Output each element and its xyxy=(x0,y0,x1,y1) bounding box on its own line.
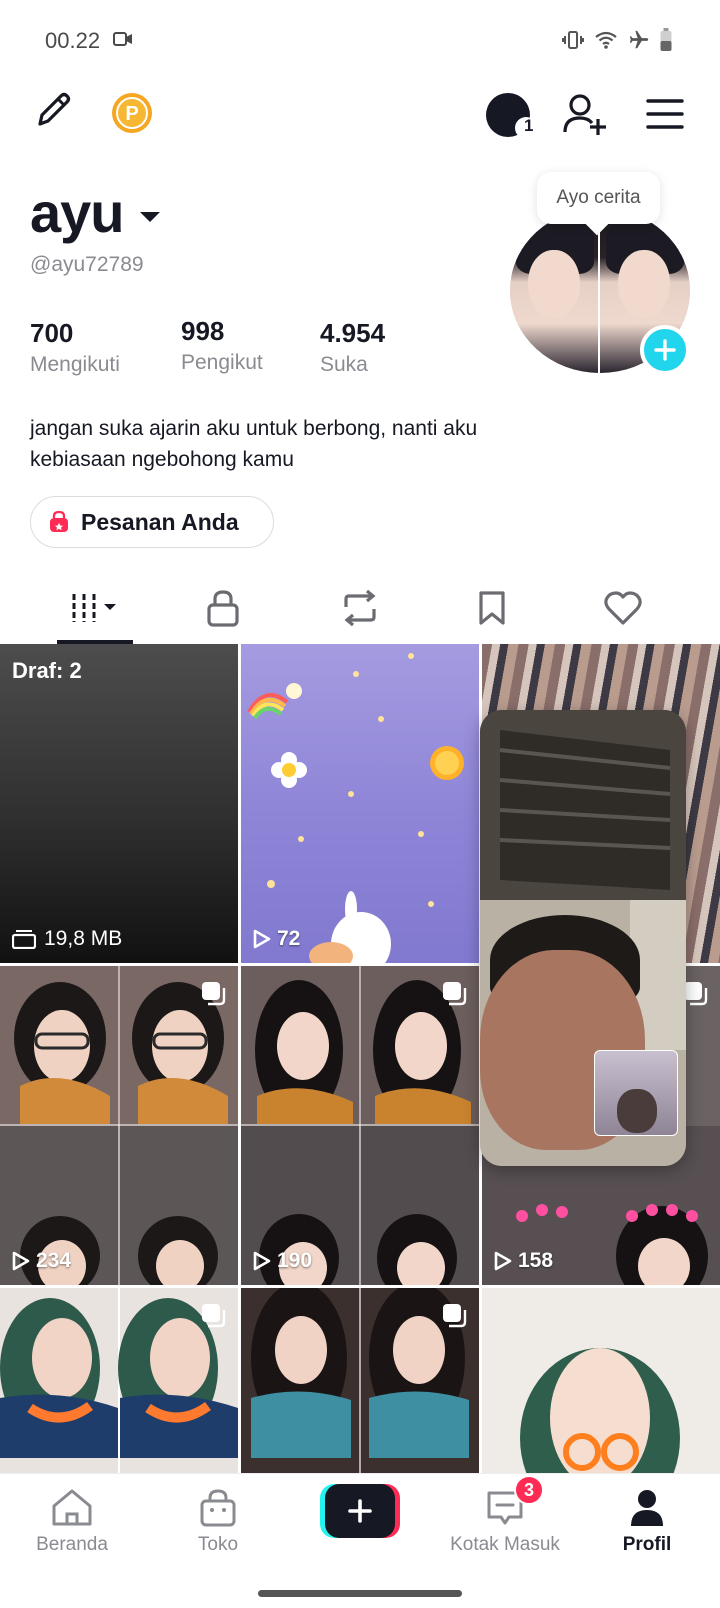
nav-shop-label: Toko xyxy=(197,1534,239,1555)
view-count: 72 xyxy=(253,927,300,951)
story-prompt-bubble[interactable]: Ayo cerita xyxy=(537,172,660,224)
stat-followers-label: Pengikut xyxy=(181,351,263,374)
view-count: 158 xyxy=(494,1249,553,1273)
chevron-down-icon[interactable] xyxy=(138,210,162,224)
screen-record-icon xyxy=(113,32,132,46)
draft-size: 19,8 MB xyxy=(12,927,122,951)
orders-button[interactable]: Pesanan Anda xyxy=(30,496,274,548)
stat-likes[interactable]: 4.954 Suka xyxy=(320,318,385,377)
vibrate-icon xyxy=(562,31,584,49)
add-friend-icon[interactable] xyxy=(562,92,608,136)
self-view-thumbnail[interactable] xyxy=(594,1050,678,1136)
play-icon xyxy=(494,1251,512,1271)
tab-videos[interactable] xyxy=(58,578,138,638)
video-cell[interactable]: 72 xyxy=(241,644,479,963)
video-thumbnail-art xyxy=(247,653,464,963)
wifi-icon xyxy=(595,31,617,49)
notification-count: 1 xyxy=(524,116,534,135)
draft-size-label: 19,8 MB xyxy=(44,927,123,950)
battery-icon xyxy=(660,28,672,51)
stat-likes-value: 4.954 xyxy=(320,318,386,348)
bio-line-1: jangan suka ajarin aku untuk berbong, na… xyxy=(30,417,478,440)
repost-icon xyxy=(344,589,376,627)
multi-photo-icon xyxy=(202,1304,226,1328)
video-cell[interactable] xyxy=(0,1288,238,1474)
tab-private[interactable] xyxy=(183,578,263,638)
stat-likes-label: Suka xyxy=(320,353,368,376)
view-count-label: 72 xyxy=(277,927,301,950)
tab-reposts[interactable] xyxy=(320,578,400,638)
view-count-label: 190 xyxy=(277,1249,313,1272)
menu-icon[interactable] xyxy=(646,98,684,130)
heart-icon xyxy=(604,591,642,625)
user-handle: @ayu72789 xyxy=(30,253,144,276)
coin-icon[interactable]: P xyxy=(111,92,153,139)
stat-following-value: 700 xyxy=(30,318,74,348)
video-thumbnail-art xyxy=(482,1288,720,1474)
tab-liked[interactable] xyxy=(583,578,663,638)
grid-bars-icon xyxy=(72,594,116,622)
view-count: 234 xyxy=(12,1249,71,1273)
shopping-bag-icon xyxy=(50,510,68,532)
svg-text:P: P xyxy=(125,103,138,125)
profile-toolbar: P 1 xyxy=(0,88,720,148)
video-cell[interactable] xyxy=(482,1288,720,1474)
plus-icon xyxy=(348,1499,372,1523)
view-count: 190 xyxy=(253,1249,312,1273)
play-icon xyxy=(253,1251,271,1271)
stat-followers[interactable]: 998 Pengikut xyxy=(181,316,263,375)
nav-home[interactable]: Beranda xyxy=(7,1488,137,1556)
bio-line-2: kebiasaan ngebohong kamu xyxy=(30,448,294,471)
add-story-button[interactable] xyxy=(640,325,690,375)
nav-profile[interactable]: Profil xyxy=(582,1488,712,1556)
floating-video-call[interactable] xyxy=(480,710,686,1166)
folder-stack-icon xyxy=(12,930,36,949)
nav-home-label: Beranda xyxy=(36,1534,108,1555)
bookmark-icon xyxy=(479,591,505,625)
draft-cell[interactable]: Draf: 2 19,8 MB xyxy=(0,644,238,963)
multi-photo-icon xyxy=(443,1304,467,1328)
status-time: 00.22 xyxy=(45,28,101,53)
profile-bio: jangan suka ajarin aku untuk berbong, na… xyxy=(30,413,630,475)
home-indicator[interactable] xyxy=(258,1590,462,1597)
stat-followers-value: 998 xyxy=(181,316,225,346)
now-status-button[interactable]: 1 xyxy=(486,92,537,140)
view-count-label: 234 xyxy=(36,1249,72,1272)
video-cell[interactable]: 190 xyxy=(241,966,479,1285)
nav-inbox[interactable]: Kotak Masuk xyxy=(440,1488,570,1556)
play-icon xyxy=(253,929,271,949)
tab-favorites[interactable] xyxy=(452,578,532,638)
bottom-navigation: Beranda Toko Kotak Masuk Profil xyxy=(0,1473,720,1608)
view-count-label: 158 xyxy=(518,1249,554,1272)
nav-shop[interactable]: Toko xyxy=(153,1488,283,1556)
username[interactable]: ayu xyxy=(30,180,124,245)
home-icon xyxy=(52,1489,92,1526)
edit-pencil-icon[interactable] xyxy=(32,88,76,132)
multi-photo-icon xyxy=(443,982,467,1006)
nav-profile-label: Profil xyxy=(622,1534,672,1555)
create-button[interactable] xyxy=(320,1484,400,1538)
stat-following-label: Mengikuti xyxy=(30,353,120,376)
draft-count: Draf: 2 xyxy=(12,658,82,683)
video-cell[interactable]: 234 xyxy=(0,966,238,1285)
inbox-badge: 3 xyxy=(514,1475,544,1505)
video-cell[interactable] xyxy=(241,1288,479,1474)
content-tabs xyxy=(0,578,720,646)
shop-bag-icon xyxy=(200,1489,236,1527)
profile-person-icon xyxy=(631,1490,663,1526)
nav-inbox-label: Kotak Masuk xyxy=(450,1534,560,1555)
video-thumbnail-art xyxy=(0,966,238,1285)
multi-photo-icon xyxy=(202,982,226,1006)
stat-following[interactable]: 700 Mengikuti xyxy=(30,318,120,377)
status-bar: 00.22 xyxy=(0,0,720,80)
plus-icon xyxy=(654,339,676,361)
play-icon xyxy=(12,1251,30,1271)
video-thumbnail-art xyxy=(241,966,479,1285)
lock-icon xyxy=(207,590,239,627)
airplane-icon xyxy=(629,30,649,49)
orders-button-label: Pesanan Anda xyxy=(81,508,239,535)
